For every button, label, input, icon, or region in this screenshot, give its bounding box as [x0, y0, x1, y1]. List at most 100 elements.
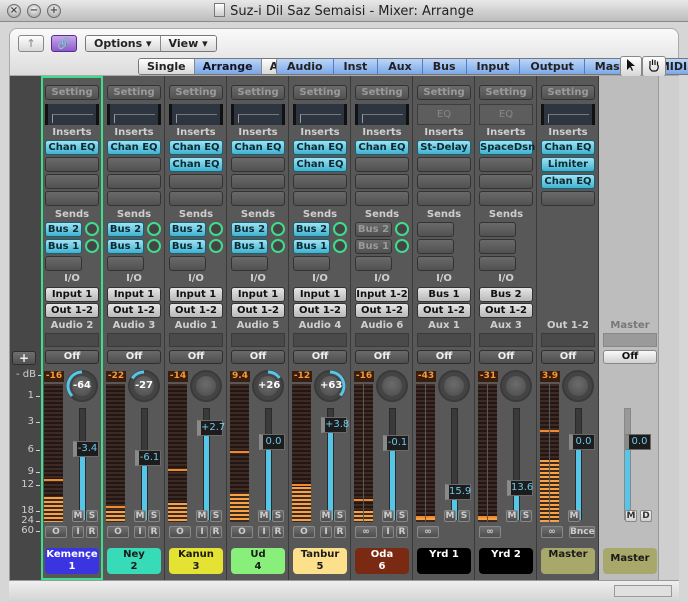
track-name-label[interactable]: Kemençe 1	[45, 548, 99, 574]
filter-output[interactable]: Output	[520, 59, 585, 74]
pan-knob[interactable]	[376, 370, 408, 402]
insert-slot-chan-eq[interactable]: Chan EQ	[293, 140, 347, 155]
automation-mode-button[interactable]: Off	[355, 350, 409, 364]
pointer-tool-button[interactable]	[620, 56, 642, 77]
send-level-knob[interactable]	[209, 222, 223, 236]
peak-level-display[interactable]: -14	[168, 371, 188, 382]
filter-bus[interactable]: Bus	[422, 59, 467, 74]
insert-slot-empty[interactable]	[293, 191, 347, 206]
peak-level-display[interactable]: -31	[478, 371, 498, 382]
setting-button[interactable]: Setting	[107, 85, 161, 100]
automation-mode-button[interactable]: Off	[169, 350, 223, 364]
pan-knob[interactable]	[562, 370, 594, 402]
channel-strip[interactable]: Setting Inserts Chan EQ Sends Bus 2 Bus 1 I/O I…	[103, 76, 165, 580]
peak-level-display[interactable]: -22	[106, 371, 126, 382]
insert-slot-chan-eq[interactable]: Chan EQ	[293, 157, 347, 172]
pan-knob[interactable]: +26	[252, 370, 284, 402]
insert-slot-empty[interactable]	[355, 174, 409, 189]
insert-slot-empty[interactable]	[169, 174, 223, 189]
insert-slot-empty[interactable]	[231, 174, 285, 189]
track-name-label[interactable]: Yrd 2	[479, 548, 533, 574]
channel-strip[interactable]: Setting EQ Inserts SpaceDsn Sends I/O Bus 2 Out…	[475, 76, 537, 580]
send-slot-empty[interactable]	[169, 256, 206, 271]
send-level-knob[interactable]	[395, 222, 409, 236]
hand-tool-button[interactable]	[642, 56, 666, 77]
peak-level-display[interactable]: -16	[44, 371, 64, 382]
automation-slot[interactable]	[355, 333, 409, 347]
insert-slot-chan-eq[interactable]: Chan EQ	[541, 174, 595, 189]
channel-strip[interactable]: Setting Inserts Chan EQ Sends Bus 2 Bus 1 I/O I…	[41, 76, 103, 580]
input-button[interactable]: Bus 2	[479, 287, 533, 302]
send-level-knob[interactable]	[395, 239, 409, 253]
send-slot-empty[interactable]	[417, 222, 454, 237]
output-button[interactable]: Out 1-2	[169, 303, 223, 318]
output-button[interactable]: Out 1-2	[479, 303, 533, 318]
insert-slot-empty[interactable]	[107, 174, 161, 189]
insert-slot-chan-eq[interactable]: Chan EQ	[107, 140, 161, 155]
track-name-label[interactable]: Kanun 3	[169, 548, 223, 574]
insert-slot-empty[interactable]	[231, 157, 285, 172]
input-monitor-button[interactable]: I	[196, 526, 208, 538]
send-level-knob[interactable]	[333, 239, 347, 253]
solo-button[interactable]: S	[334, 510, 346, 522]
track-name-label[interactable]: Ud 4	[231, 548, 285, 574]
send-level-knob[interactable]	[85, 239, 99, 253]
peak-level-display[interactable]: -12	[292, 371, 312, 382]
automation-slot[interactable]	[169, 333, 223, 347]
automation-mode-button[interactable]: Off	[541, 350, 595, 364]
peak-level-display[interactable]: -43	[416, 371, 436, 382]
automation-mode-button[interactable]: Off	[293, 350, 347, 364]
insert-slot-empty[interactable]	[45, 174, 99, 189]
send-slot-empty[interactable]	[293, 256, 330, 271]
insert-slot-empty[interactable]	[107, 191, 161, 206]
mute-button[interactable]: M	[444, 510, 456, 522]
insert-slot-chan-eq[interactable]: Chan EQ	[541, 140, 595, 155]
add-channel-button[interactable]: +	[12, 351, 36, 365]
input-monitor-button[interactable]: I	[382, 526, 394, 538]
automation-mode-button[interactable]: Off	[603, 350, 657, 364]
send-slot-bus-2[interactable]: Bus 2	[45, 222, 82, 237]
track-name-label[interactable]: Ney 2	[107, 548, 161, 574]
insert-slot-empty[interactable]	[107, 157, 161, 172]
pan-knob[interactable]	[500, 370, 532, 402]
automation-mode-button[interactable]: Off	[417, 350, 471, 364]
eq-thumbnail[interactable]	[293, 104, 347, 125]
record-enable-button[interactable]: R	[210, 526, 222, 538]
link-button[interactable]: 🔗	[51, 35, 77, 52]
insert-slot-empty[interactable]	[231, 191, 285, 206]
insert-slot-empty[interactable]	[479, 191, 533, 206]
automation-slot[interactable]	[293, 333, 347, 347]
channel-strip[interactable]: Setting Inserts Chan EQ Chan EQ Sends Bus 2 Bu…	[165, 76, 227, 580]
pan-knob[interactable]	[190, 370, 222, 402]
volume-fader-value[interactable]: 0.0	[625, 434, 651, 450]
insert-slot-chan-eq[interactable]: Chan EQ	[355, 140, 409, 155]
solo-button[interactable]: S	[520, 510, 532, 522]
send-level-knob[interactable]	[147, 222, 161, 236]
send-level-knob[interactable]	[209, 239, 223, 253]
insert-slot-empty[interactable]	[417, 191, 471, 206]
channel-strip[interactable]: Setting EQ Inserts St-Delay Sends I/O Bus 1 Out…	[413, 76, 475, 580]
automation-slot[interactable]	[541, 333, 595, 347]
send-slot-bus-1[interactable]: Bus 1	[355, 239, 392, 254]
volume-fader-value[interactable]: 0.0	[569, 434, 595, 450]
peak-level-display[interactable]: -16	[354, 371, 374, 382]
input-button[interactable]: Input 1	[231, 287, 285, 302]
mute-button[interactable]: M	[134, 510, 146, 522]
send-slot-empty[interactable]	[479, 256, 516, 271]
input-button[interactable]: Input 1	[45, 287, 99, 302]
setting-button[interactable]: Setting	[293, 85, 347, 100]
insert-slot-empty[interactable]	[355, 157, 409, 172]
volume-fader-value[interactable]: -6.1	[135, 450, 161, 466]
mute-button[interactable]: M	[320, 510, 332, 522]
insert-slot-chan-eq[interactable]: Chan EQ	[169, 157, 223, 172]
stereo-link-button[interactable]: ∞	[355, 526, 377, 538]
insert-slot-chan-eq[interactable]: Chan EQ	[169, 140, 223, 155]
mute-button[interactable]: M	[625, 510, 637, 522]
input-button[interactable]: Bus 1	[417, 287, 471, 302]
format-button[interactable]: O	[293, 526, 315, 538]
mute-button[interactable]: M	[568, 510, 580, 522]
automation-slot[interactable]	[231, 333, 285, 347]
volume-fader-value[interactable]: 15.9	[445, 484, 471, 500]
volume-fader-value[interactable]: -0.1	[383, 435, 409, 451]
insert-slot-chan-eq[interactable]: Chan EQ	[231, 140, 285, 155]
